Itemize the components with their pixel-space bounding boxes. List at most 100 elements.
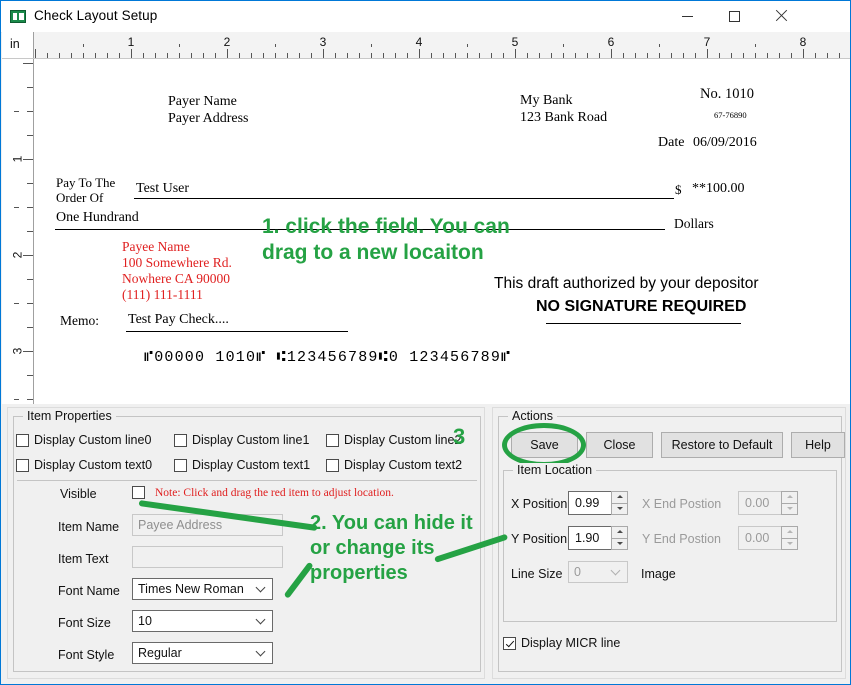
ruler-tick bbox=[827, 53, 828, 58]
ruler-tick bbox=[27, 327, 33, 328]
spinner-down-icon[interactable] bbox=[781, 538, 798, 551]
x-end-spin-buttons[interactable] bbox=[781, 491, 798, 515]
ruler-tick bbox=[27, 279, 33, 280]
checkbox-box[interactable] bbox=[326, 434, 339, 447]
check-payee-line[interactable] bbox=[134, 198, 674, 199]
spinner-up-icon[interactable] bbox=[611, 526, 628, 538]
checkbox-display-custom-text1[interactable]: Display Custom text1 bbox=[174, 458, 310, 472]
ruler-half-mark bbox=[83, 44, 84, 47]
check-payer-address[interactable]: Payer Address bbox=[168, 111, 249, 127]
check-amount[interactable]: **100.00 bbox=[692, 181, 745, 197]
y-end-spin-buttons[interactable] bbox=[781, 526, 798, 550]
maximize-button[interactable] bbox=[711, 1, 757, 31]
ruler-label: 3 bbox=[320, 35, 327, 49]
check-date-value[interactable]: 06/09/2016 bbox=[693, 135, 757, 151]
check-preview-canvas[interactable]: Payer Name Payer Address My Bank 123 Ban… bbox=[34, 59, 850, 404]
check-signature-note[interactable]: This draft authorized by your depositor bbox=[494, 275, 759, 293]
checkbox-display-micr-line[interactable]: Display MICR line bbox=[503, 636, 620, 650]
y-position-label: Y Position bbox=[511, 532, 567, 546]
check-payee-value[interactable]: Test User bbox=[136, 181, 189, 197]
ruler-tick bbox=[743, 53, 744, 58]
restore-to-default-button[interactable]: Restore to Default bbox=[661, 432, 783, 458]
checkbox-box[interactable] bbox=[174, 459, 187, 472]
ruler-tick bbox=[767, 53, 768, 58]
check-payee-phone[interactable]: (111) 111-1111 bbox=[122, 287, 203, 303]
checkbox-box[interactable] bbox=[326, 459, 339, 472]
check-number[interactable]: No. 1010 bbox=[700, 86, 754, 103]
check-date-label: Date bbox=[658, 135, 684, 151]
ruler-tick bbox=[539, 53, 540, 58]
chevron-down-icon bbox=[257, 584, 265, 592]
checkbox-visible[interactable] bbox=[132, 486, 145, 499]
ruler-tick bbox=[731, 53, 732, 58]
check-fraction[interactable]: 67-76890 bbox=[714, 110, 747, 120]
spinner-down-icon[interactable] bbox=[611, 503, 628, 516]
close-button[interactable] bbox=[758, 1, 804, 31]
check-signature-line[interactable] bbox=[546, 323, 741, 324]
checkbox-box[interactable] bbox=[503, 637, 516, 650]
ruler-tick bbox=[359, 53, 360, 58]
font-size-select[interactable]: 10 bbox=[132, 610, 273, 632]
y-end-position-spinner[interactable]: 0.00 bbox=[738, 526, 798, 550]
horizontal-ruler[interactable]: in 12345678 bbox=[2, 32, 850, 59]
font-name-select[interactable]: Times New Roman bbox=[132, 578, 273, 600]
checkbox-display-custom-text0[interactable]: Display Custom text0 bbox=[16, 458, 152, 472]
vertical-ruler[interactable]: 123 bbox=[2, 59, 34, 404]
annotation-step-1: 1. click the field. You can drag to a ne… bbox=[262, 214, 510, 267]
ruler-tick bbox=[275, 53, 276, 58]
font-style-value: Regular bbox=[138, 646, 182, 660]
check-amount-words[interactable]: One Hundrand bbox=[56, 210, 139, 226]
ruler-tick bbox=[551, 53, 552, 58]
x-position-spinner[interactable]: 0.99 bbox=[568, 491, 628, 515]
ruler-tick bbox=[563, 53, 564, 58]
x-end-position-spinner[interactable]: 0.00 bbox=[738, 491, 798, 515]
item-properties-divider bbox=[17, 480, 477, 481]
ruler-label: 2 bbox=[224, 35, 231, 49]
checkbox-display-custom-line1[interactable]: Display Custom line1 bbox=[174, 433, 309, 447]
checkbox-display-custom-line2[interactable]: Display Custom line2 bbox=[326, 433, 461, 447]
spinner-up-icon[interactable] bbox=[611, 491, 628, 503]
check-signature-text[interactable]: NO SIGNATURE REQUIRED bbox=[536, 298, 746, 316]
check-payer-name[interactable]: Payer Name bbox=[168, 94, 237, 110]
ruler-label: 4 bbox=[416, 35, 423, 49]
font-style-select[interactable]: Regular bbox=[132, 642, 273, 664]
check-payee-address-1[interactable]: 100 Somewhere Rd. bbox=[122, 255, 232, 271]
check-payee-address-2[interactable]: Nowhere CA 90000 bbox=[122, 271, 230, 287]
ruler-tick bbox=[203, 53, 204, 58]
check-memo-line[interactable] bbox=[126, 331, 348, 332]
spinner-up-icon[interactable] bbox=[781, 526, 798, 538]
help-button[interactable]: Help bbox=[791, 432, 845, 458]
checkbox-box[interactable] bbox=[174, 434, 187, 447]
ruler-tick bbox=[35, 49, 36, 58]
check-bank-name[interactable]: My Bank bbox=[520, 93, 573, 109]
y-position-spinner[interactable]: 1.90 bbox=[568, 526, 628, 550]
spinner-down-icon[interactable] bbox=[611, 538, 628, 551]
checkbox-display-custom-line0[interactable]: Display Custom line0 bbox=[16, 433, 151, 447]
spinner-up-icon[interactable] bbox=[781, 491, 798, 503]
checkbox-box[interactable] bbox=[16, 434, 29, 447]
y-position-value[interactable]: 1.90 bbox=[568, 526, 611, 550]
check-payee-name[interactable]: Payee Name bbox=[122, 239, 190, 255]
x-position-value[interactable]: 0.99 bbox=[568, 491, 611, 515]
check-micr-line[interactable]: ⑈00000 1010⑈ ⑆123456789⑆0 123456789⑈ bbox=[144, 349, 511, 366]
line-size-select[interactable]: 0 bbox=[568, 561, 628, 583]
checkbox-display-custom-text2[interactable]: Display Custom text2 bbox=[326, 458, 462, 472]
ruler-tick bbox=[755, 53, 756, 58]
checkbox-box[interactable] bbox=[16, 459, 29, 472]
minimize-button[interactable] bbox=[664, 1, 710, 31]
spinner-down-icon[interactable] bbox=[781, 503, 798, 516]
y-end-position-value[interactable]: 0.00 bbox=[738, 526, 781, 550]
item-text-input[interactable] bbox=[132, 546, 283, 568]
check-memo-value[interactable]: Test Pay Check.... bbox=[128, 312, 229, 328]
chevron-down-icon bbox=[257, 616, 265, 624]
x-end-position-value[interactable]: 0.00 bbox=[738, 491, 781, 515]
checkbox-label: Display Custom line2 bbox=[344, 433, 461, 447]
check-layout-setup-window: Check Layout Setup in 12345678 123 Payer… bbox=[0, 0, 851, 685]
ruler-half-mark bbox=[755, 44, 756, 47]
checkbox-label: Display MICR line bbox=[521, 636, 620, 650]
check-bank-address[interactable]: 123 Bank Road bbox=[520, 110, 607, 126]
x-position-spin-buttons[interactable] bbox=[611, 491, 628, 515]
close-button-action[interactable]: Close bbox=[586, 432, 653, 458]
ruler-tick bbox=[707, 49, 708, 58]
y-position-spin-buttons[interactable] bbox=[611, 526, 628, 550]
